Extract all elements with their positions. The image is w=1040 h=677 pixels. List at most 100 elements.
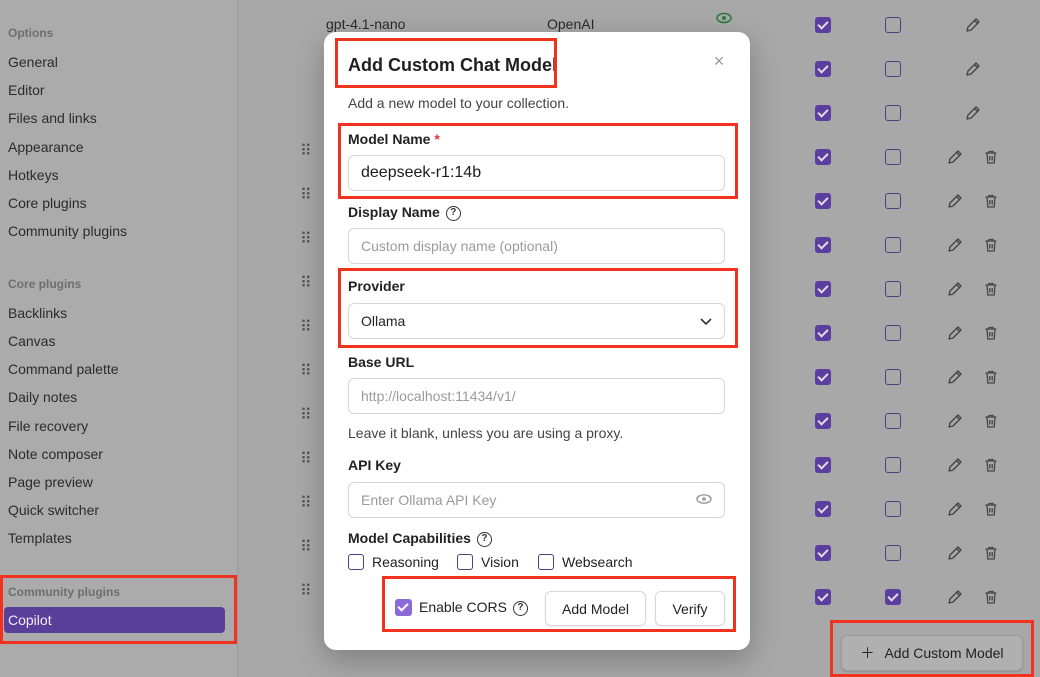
trash-icon[interactable] (977, 319, 1005, 347)
edit-icon[interactable] (959, 11, 987, 39)
cors-checkbox[interactable] (885, 501, 901, 517)
eye-icon[interactable] (696, 492, 712, 508)
trash-icon[interactable] (977, 495, 1005, 523)
edit-icon[interactable] (941, 407, 969, 435)
sidebar-item-command-palette[interactable]: Command palette (8, 361, 119, 377)
cors-checkbox[interactable] (885, 17, 901, 33)
edit-icon[interactable] (941, 187, 969, 215)
enable-checkbox[interactable] (815, 61, 831, 77)
cors-checkbox[interactable] (885, 369, 901, 385)
drag-handle-icon[interactable]: ⠿ (300, 364, 312, 380)
sidebar-item-appearance[interactable]: Appearance (8, 139, 84, 155)
edit-icon[interactable] (941, 363, 969, 391)
sidebar-item-hotkeys[interactable]: Hotkeys (8, 167, 59, 183)
trash-icon[interactable] (977, 583, 1005, 611)
drag-handle-icon[interactable]: ⠿ (300, 584, 312, 600)
edit-icon[interactable] (941, 495, 969, 523)
help-icon[interactable]: ? (445, 205, 461, 221)
drag-handle-icon[interactable]: ⠿ (300, 540, 312, 556)
sidebar-item-community-plugins[interactable]: Community plugins (8, 223, 127, 239)
reasoning-checkbox[interactable] (348, 554, 364, 570)
enable-checkbox[interactable] (815, 149, 831, 165)
drag-handle-icon[interactable]: ⠿ (300, 232, 312, 248)
drag-handle-icon[interactable]: ⠿ (300, 144, 312, 160)
sidebar-item-templates[interactable]: Templates (8, 530, 72, 546)
add-model-button[interactable]: Add Model (545, 591, 646, 626)
edit-icon[interactable] (941, 319, 969, 347)
edit-icon[interactable] (941, 583, 969, 611)
verify-button[interactable]: Verify (655, 591, 725, 626)
vision-checkbox[interactable] (457, 554, 473, 570)
cors-checkbox[interactable] (885, 325, 901, 341)
edit-icon[interactable] (941, 539, 969, 567)
sidebar-item-note-composer[interactable]: Note composer (8, 446, 103, 462)
drag-handle-icon[interactable]: ⠿ (300, 188, 312, 204)
enable-checkbox[interactable] (815, 589, 831, 605)
api-key-input[interactable]: Enter Ollama API Key (348, 482, 725, 518)
trash-icon[interactable] (977, 231, 1005, 259)
enable-checkbox[interactable] (815, 545, 831, 561)
cors-checkbox[interactable] (885, 457, 901, 473)
trash-icon[interactable] (977, 407, 1005, 435)
sidebar-item-canvas[interactable]: Canvas (8, 333, 55, 349)
enable-checkbox[interactable] (815, 457, 831, 473)
edit-icon[interactable] (941, 231, 969, 259)
trash-icon[interactable] (977, 363, 1005, 391)
cors-checkbox[interactable] (885, 545, 901, 561)
enable-checkbox[interactable] (815, 413, 831, 429)
trash-icon[interactable] (977, 143, 1005, 171)
sidebar-item-editor[interactable]: Editor (8, 82, 45, 98)
model-name-input[interactable]: deepseek-r1:14b (348, 155, 725, 191)
trash-icon[interactable] (977, 275, 1005, 303)
display-name-input[interactable]: Custom display name (optional) (348, 228, 725, 264)
sidebar-item-core-plugins[interactable]: Core plugins (8, 195, 87, 211)
sidebar-item-daily-notes[interactable]: Daily notes (8, 389, 77, 405)
enable-checkbox[interactable] (815, 193, 831, 209)
cors-checkbox[interactable] (885, 237, 901, 253)
trash-icon[interactable] (977, 187, 1005, 215)
edit-icon[interactable] (941, 451, 969, 479)
trash-icon[interactable] (977, 451, 1005, 479)
cors-checkbox[interactable] (885, 281, 901, 297)
enable-cors-checkbox[interactable] (395, 599, 412, 616)
sidebar-item-general[interactable]: General (8, 54, 58, 70)
sidebar-item-files-and-links[interactable]: Files and links (8, 110, 97, 126)
help-icon[interactable]: ? (512, 600, 528, 616)
edit-icon[interactable] (941, 143, 969, 171)
capability-websearch[interactable]: Websearch (538, 554, 633, 570)
enable-checkbox[interactable] (815, 325, 831, 341)
edit-icon[interactable] (959, 55, 987, 83)
cors-checkbox[interactable] (885, 105, 901, 121)
cors-checkbox[interactable] (885, 413, 901, 429)
cors-checkbox[interactable] (885, 61, 901, 77)
edit-icon[interactable] (941, 275, 969, 303)
provider-select[interactable]: Ollama (348, 303, 725, 339)
enable-checkbox[interactable] (815, 369, 831, 385)
drag-handle-icon[interactable]: ⠿ (300, 496, 312, 512)
sidebar-item-copilot[interactable]: Copilot (4, 607, 225, 633)
cors-checkbox[interactable] (885, 193, 901, 209)
close-icon[interactable]: × (710, 52, 728, 70)
help-icon[interactable]: ? (476, 531, 492, 547)
enable-checkbox[interactable] (815, 281, 831, 297)
drag-handle-icon[interactable]: ⠿ (300, 276, 312, 292)
sidebar-item-backlinks[interactable]: Backlinks (8, 305, 67, 321)
sidebar-item-quick-switcher[interactable]: Quick switcher (8, 502, 99, 518)
base-url-input[interactable]: http://localhost:11434/v1/ (348, 378, 725, 414)
sidebar-item-page-preview[interactable]: Page preview (8, 474, 93, 490)
capability-reasoning[interactable]: Reasoning (348, 554, 439, 570)
cors-checkbox[interactable] (885, 589, 901, 605)
capability-vision[interactable]: Vision (457, 554, 519, 570)
drag-handle-icon[interactable]: ⠿ (300, 320, 312, 336)
eye-icon[interactable] (716, 11, 732, 25)
enable-checkbox[interactable] (815, 501, 831, 517)
cors-checkbox[interactable] (885, 149, 901, 165)
trash-icon[interactable] (977, 539, 1005, 567)
drag-handle-icon[interactable]: ⠿ (300, 408, 312, 424)
websearch-checkbox[interactable] (538, 554, 554, 570)
enable-checkbox[interactable] (815, 237, 831, 253)
sidebar-item-file-recovery[interactable]: File recovery (8, 418, 88, 434)
drag-handle-icon[interactable]: ⠿ (300, 452, 312, 468)
enable-checkbox[interactable] (815, 105, 831, 121)
enable-checkbox[interactable] (815, 17, 831, 33)
